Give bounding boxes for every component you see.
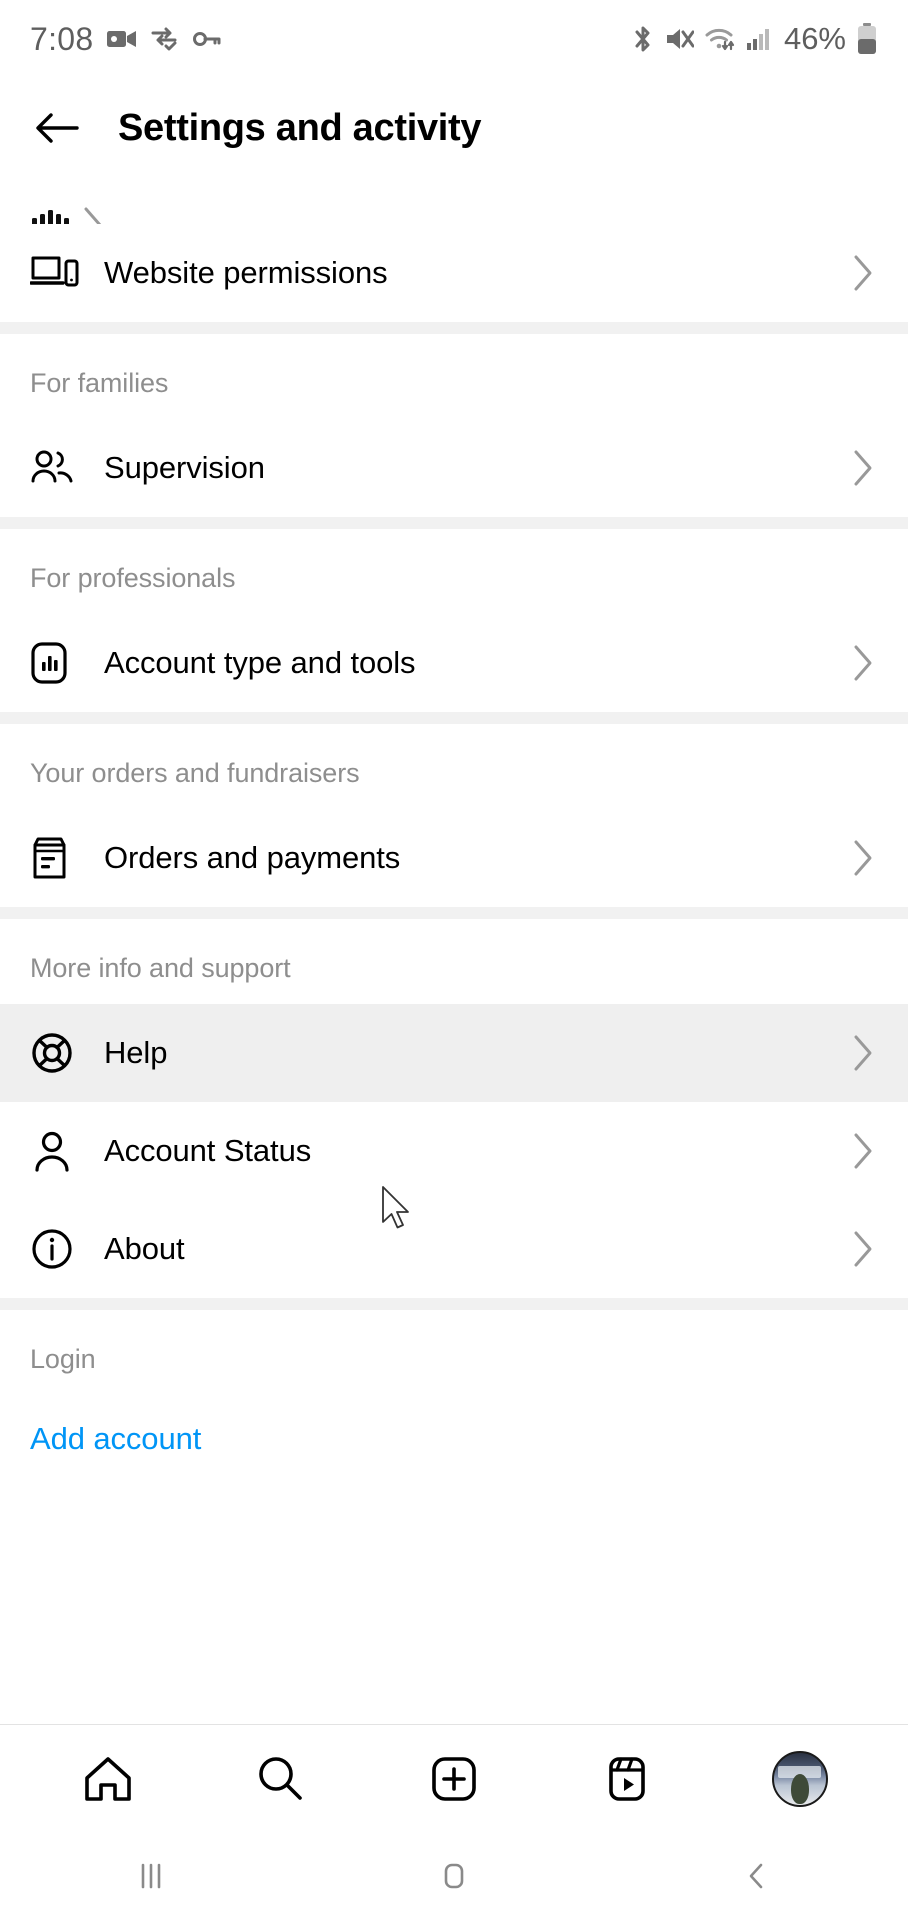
section-divider	[0, 1298, 908, 1310]
app-screen: 7:08 46% Settings and activity Website p…	[0, 0, 908, 1920]
sysnav-home-button[interactable]	[394, 1832, 514, 1920]
reels-icon	[601, 1754, 653, 1804]
list-item-account-status[interactable]: Account Status	[0, 1102, 908, 1200]
nav-create[interactable]	[406, 1737, 502, 1821]
back-chevron-icon	[739, 1858, 775, 1894]
list-item-help[interactable]: Help	[0, 1004, 908, 1102]
vpn-key-icon	[193, 30, 221, 48]
cellular-signal-icon	[746, 27, 772, 51]
chevron-right-icon	[82, 206, 104, 224]
person-icon	[30, 1128, 86, 1174]
bluetooth-icon	[632, 24, 654, 54]
sysnav-recents-button[interactable]	[91, 1832, 211, 1920]
list-item-label: Website permissions	[104, 255, 388, 290]
search-icon	[255, 1754, 307, 1804]
list-item-label: Orders and payments	[104, 840, 401, 875]
add-account-button[interactable]: Add account	[0, 1395, 908, 1491]
section-header-more-info-support: More info and support	[30, 953, 291, 983]
chevron-right-icon	[848, 644, 878, 682]
sysnav-back-button[interactable]	[697, 1832, 817, 1920]
chevron-right-icon	[848, 449, 878, 487]
bottom-nav-bar	[0, 1724, 908, 1832]
page-header: Settings and activity	[0, 78, 908, 178]
chevron-right-icon	[848, 254, 878, 292]
status-time: 7:08	[30, 20, 94, 57]
list-item-website-permissions[interactable]: Website permissions	[0, 224, 908, 322]
clipped-top-row-inner	[30, 178, 878, 224]
settings-list[interactable]: Website permissions For families Supervi…	[0, 178, 908, 1724]
home-square-icon	[436, 1858, 472, 1894]
section-divider	[0, 517, 908, 529]
nav-profile[interactable]	[752, 1737, 848, 1821]
battery-icon	[856, 23, 878, 55]
info-circle-icon	[30, 1226, 86, 1272]
lifebuoy-icon	[30, 1030, 86, 1076]
status-bar-left: 7:08	[30, 21, 221, 58]
list-item-account-type-and-tools[interactable]: Account type and tools	[0, 614, 908, 712]
chevron-right-icon	[848, 1132, 878, 1170]
chevron-right-icon	[848, 1034, 878, 1072]
chevron-right-icon	[848, 839, 878, 877]
wifi-icon	[704, 26, 736, 52]
avatar-icon	[771, 1750, 828, 1807]
home-icon	[82, 1754, 134, 1804]
insights-bar-chart-icon	[30, 640, 86, 686]
devices-icon	[30, 252, 86, 294]
arrow-left-icon	[35, 110, 79, 146]
nav-home[interactable]	[60, 1737, 156, 1821]
nav-search[interactable]	[233, 1737, 329, 1821]
list-item-label: Account type and tools	[104, 645, 416, 680]
status-bar: 7:08 46%	[0, 0, 908, 78]
vpn-sync-icon	[151, 27, 179, 51]
list-item-supervision[interactable]: Supervision	[0, 419, 908, 517]
list-item-label: Help	[104, 1035, 168, 1070]
list-item-label: About	[104, 1231, 185, 1266]
section-divider	[0, 907, 908, 919]
section-divider	[0, 322, 908, 334]
add-account-label: Add account	[30, 1421, 202, 1456]
list-item-label: Supervision	[104, 450, 265, 485]
people-icon	[30, 447, 86, 489]
video-camera-icon	[107, 28, 137, 50]
clipped-top-row[interactable]	[0, 178, 908, 224]
list-item-orders-and-payments[interactable]: Orders and payments	[0, 809, 908, 907]
back-button[interactable]	[28, 99, 86, 157]
section-divider	[0, 712, 908, 724]
section-header-login: Login	[30, 1344, 96, 1374]
section-header-for-families: For families	[30, 368, 169, 398]
page-title: Settings and activity	[118, 106, 482, 149]
chevron-right-icon	[848, 1230, 878, 1268]
receipt-icon	[30, 835, 86, 881]
battery-percent-label: 46%	[783, 21, 846, 56]
clipped-icon	[30, 202, 82, 224]
list-item-about[interactable]: About	[0, 1200, 908, 1298]
nav-reels[interactable]	[579, 1737, 675, 1821]
recents-icon	[133, 1858, 169, 1894]
status-bar-right: 46%	[632, 21, 878, 57]
volume-mute-icon	[664, 26, 694, 52]
list-item-label: Account Status	[104, 1133, 312, 1168]
plus-square-icon	[428, 1754, 480, 1804]
section-header-for-professionals: For professionals	[30, 563, 236, 593]
section-header-orders-fundraisers: Your orders and fundraisers	[30, 758, 360, 788]
android-system-nav	[0, 1832, 908, 1920]
